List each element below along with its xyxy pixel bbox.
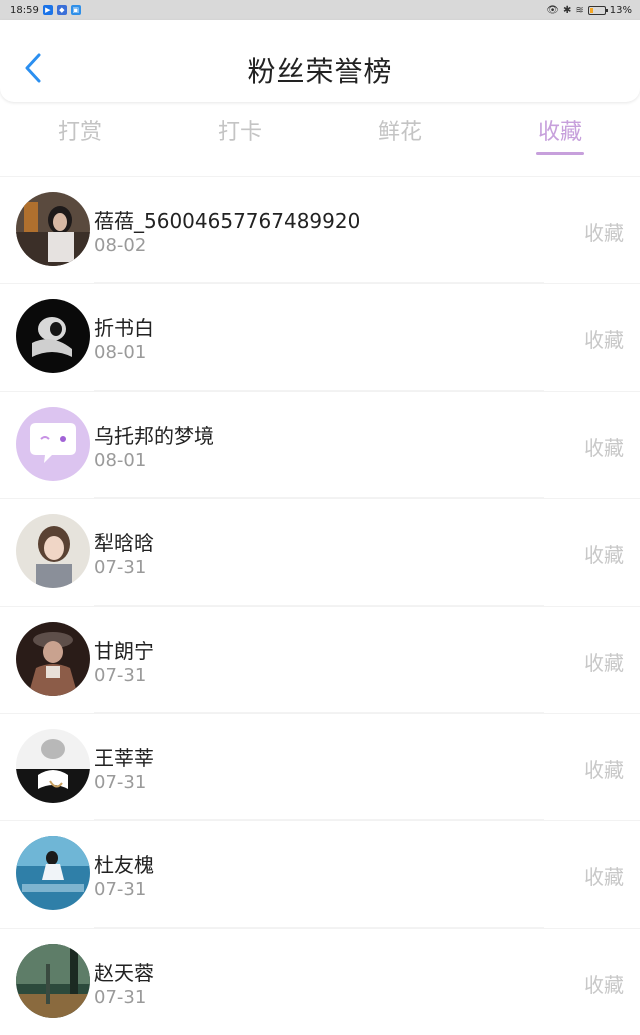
- active-tab-indicator: [536, 152, 584, 155]
- play-icon: ▶: [42, 5, 53, 15]
- tab-label: 鲜花: [377, 120, 422, 145]
- avatar: [16, 621, 90, 696]
- list-item[interactable]: 杜友槐 07-31 收藏: [0, 820, 640, 928]
- fan-name: 犁晗晗: [94, 531, 154, 556]
- fan-date: 07-31: [94, 664, 147, 686]
- fan-date: 07-31: [94, 771, 147, 793]
- fan-name: 折书白: [94, 316, 154, 341]
- avatar: [16, 406, 90, 481]
- page-title: 粉丝荣誉榜: [247, 55, 393, 88]
- favorite-label: 收藏: [584, 328, 624, 353]
- bluetooth-icon: ✱: [562, 4, 572, 16]
- tab-favorites[interactable]: 收藏: [480, 102, 640, 162]
- favorite-label: 收藏: [584, 972, 624, 997]
- app-icon: ▣: [70, 5, 81, 15]
- avatar: [16, 192, 90, 266]
- list-item[interactable]: 蓓蓓_56004657767489920 08-02 收藏: [0, 176, 640, 284]
- favorite-label: 收藏: [584, 435, 624, 460]
- fan-name: 乌托邦的梦境: [94, 423, 214, 448]
- tab-label: 收藏: [537, 120, 582, 145]
- list-item[interactable]: 王莘莘 07-31 收藏: [0, 712, 640, 821]
- app-header: 粉丝荣誉榜: [0, 20, 640, 102]
- tab-label: 打卡: [217, 120, 262, 145]
- fan-name: 赵天蓉: [94, 960, 154, 985]
- list-item[interactable]: 犁晗晗 07-31 收藏: [0, 498, 640, 606]
- battery-icon: [587, 5, 608, 15]
- avatar: [16, 299, 90, 374]
- status-bar: 18:59 ▶ ◆ ▣ 👁 ✱ ≋ 13%: [0, 0, 640, 20]
- tab-flowers[interactable]: 鲜花: [320, 102, 480, 162]
- fan-name: 甘朗宁: [94, 638, 154, 663]
- fan-name: 蓓蓓_56004657767489920: [94, 209, 361, 233]
- favorite-label: 收藏: [584, 757, 624, 782]
- avatar: [16, 836, 90, 911]
- favorite-label: 收藏: [584, 650, 624, 675]
- favorite-label: 收藏: [584, 865, 624, 890]
- list-item[interactable]: 折书白 08-01 收藏: [0, 283, 640, 391]
- fan-date: 08-02: [94, 235, 147, 256]
- favorite-label: 收藏: [584, 221, 624, 245]
- fan-date: 08-01: [94, 449, 147, 471]
- battery-percent: 13%: [609, 4, 632, 16]
- tab-bar: 打赏 打卡 鲜花 收藏: [0, 102, 640, 162]
- list-item[interactable]: 赵天蓉 07-31 收藏: [0, 927, 640, 1035]
- fan-name: 杜友槐: [94, 853, 154, 878]
- avatar: [16, 514, 90, 589]
- wifi-icon: ≋: [575, 4, 584, 16]
- fan-date: 08-01: [94, 342, 147, 364]
- tab-checkin[interactable]: 打卡: [160, 102, 320, 162]
- avatar: [16, 943, 90, 1018]
- app-icon: ◆: [56, 5, 67, 15]
- tab-reward[interactable]: 打赏: [0, 102, 160, 162]
- fan-date: 07-31: [94, 986, 147, 1008]
- list-item[interactable]: 乌托邦的梦境 08-01 收藏: [0, 390, 640, 499]
- fan-name: 王莘莘: [94, 745, 154, 770]
- favorite-label: 收藏: [584, 543, 624, 568]
- fan-date: 07-31: [94, 557, 147, 579]
- eye-icon: 👁: [546, 4, 559, 16]
- status-time: 18:59: [10, 4, 39, 16]
- fan-list: 蓓蓓_56004657767489920 08-02 收藏 折书白 08-01 …: [0, 176, 640, 1035]
- fan-date: 07-31: [94, 879, 147, 901]
- list-item[interactable]: 甘朗宁 07-31 收藏: [0, 605, 640, 713]
- avatar: [16, 728, 90, 803]
- tab-label: 打赏: [57, 120, 102, 145]
